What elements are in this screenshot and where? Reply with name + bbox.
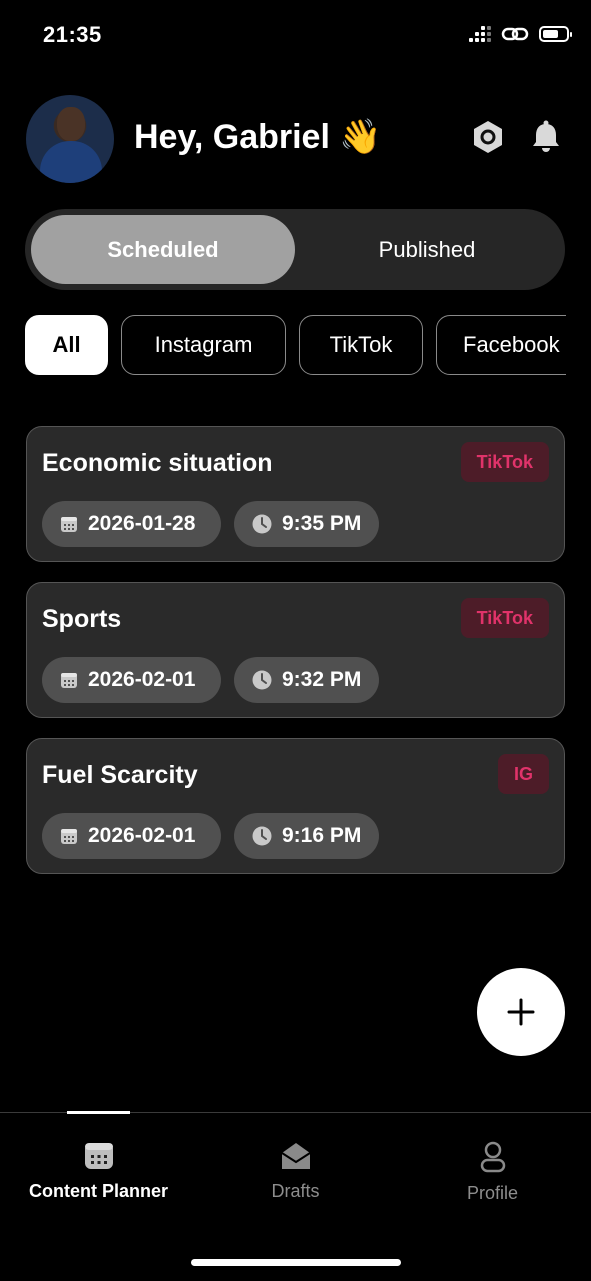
header: Hey, Gabriel 👋 xyxy=(26,95,566,185)
settings-icon[interactable] xyxy=(470,119,506,155)
tab-label: Profile xyxy=(466,1183,519,1203)
link-icon xyxy=(501,27,529,41)
platform-badge: TikTok xyxy=(460,442,549,482)
calendar-icon xyxy=(84,1143,113,1169)
add-post-button[interactable] xyxy=(477,968,565,1056)
tab-label: Content Planner xyxy=(28,1181,168,1201)
post-card[interactable]: Sports TikTok 2026-02-01 9:32 PM xyxy=(26,582,565,718)
home-indicator[interactable] xyxy=(191,1259,401,1266)
user-icon xyxy=(480,1141,505,1173)
battery-icon xyxy=(539,26,572,42)
status-icons xyxy=(469,25,572,43)
tab-scheduled[interactable]: Scheduled xyxy=(31,215,295,284)
tab-drafts[interactable]: Drafts xyxy=(197,1141,394,1202)
clock-icon xyxy=(252,826,272,846)
filter-chip-all[interactable]: All xyxy=(25,315,108,375)
bottom-tab-bar: Content Planner Drafts Profile xyxy=(0,1111,591,1281)
post-date: 2026-01-28 xyxy=(88,512,196,535)
post-date: 2026-02-01 xyxy=(88,824,196,847)
notification-bell-icon[interactable] xyxy=(528,119,564,155)
date-pill: 2026-02-01 xyxy=(42,813,221,859)
status-bar: 21:35 xyxy=(0,0,591,70)
plus-icon xyxy=(507,998,535,1026)
filter-chip-instagram[interactable]: Instagram xyxy=(121,315,286,375)
tab-content-planner[interactable]: Content Planner xyxy=(0,1141,197,1202)
post-time: 9:35 PM xyxy=(282,512,362,535)
calendar-icon xyxy=(61,517,77,532)
time-pill: 9:32 PM xyxy=(234,657,380,703)
filter-chip-tiktok[interactable]: TikTok xyxy=(299,315,423,375)
date-pill: 2026-01-28 xyxy=(42,501,221,547)
status-time: 21:35 xyxy=(43,22,102,47)
signal-icon xyxy=(469,26,491,42)
time-pill: 9:35 PM xyxy=(234,501,380,547)
date-pill: 2026-02-01 xyxy=(42,657,221,703)
post-title: Sports xyxy=(42,605,122,633)
post-time: 9:32 PM xyxy=(282,668,362,691)
avatar[interactable] xyxy=(26,95,114,183)
greeting-title: Hey, Gabriel 👋 xyxy=(134,118,382,156)
status-segmented-control: Scheduled Published xyxy=(25,209,565,290)
tab-profile[interactable]: Profile xyxy=(394,1141,591,1204)
envelope-open-icon xyxy=(280,1143,311,1169)
calendar-icon xyxy=(61,673,77,688)
platform-filter-bar: All Instagram TikTok Facebook xyxy=(25,315,566,377)
filter-chip-facebook[interactable]: Facebook xyxy=(436,315,566,375)
time-pill: 9:16 PM xyxy=(234,813,380,859)
post-title: Economic situation xyxy=(42,449,273,477)
active-tab-indicator xyxy=(67,1111,130,1114)
platform-badge: IG xyxy=(497,754,549,794)
tab-published[interactable]: Published xyxy=(295,215,559,284)
post-card[interactable]: Fuel Scarcity IG 2026-02-01 9:16 PM xyxy=(26,738,565,874)
post-title: Fuel Scarcity xyxy=(42,761,198,789)
tab-label: Drafts xyxy=(271,1181,320,1201)
post-date: 2026-02-01 xyxy=(88,668,196,691)
platform-badge: TikTok xyxy=(460,598,549,638)
clock-icon xyxy=(252,514,272,534)
post-time: 9:16 PM xyxy=(282,824,362,847)
calendar-icon xyxy=(61,829,77,844)
post-card[interactable]: Economic situation TikTok 2026-01-28 9:3… xyxy=(26,426,565,562)
clock-icon xyxy=(252,670,272,690)
